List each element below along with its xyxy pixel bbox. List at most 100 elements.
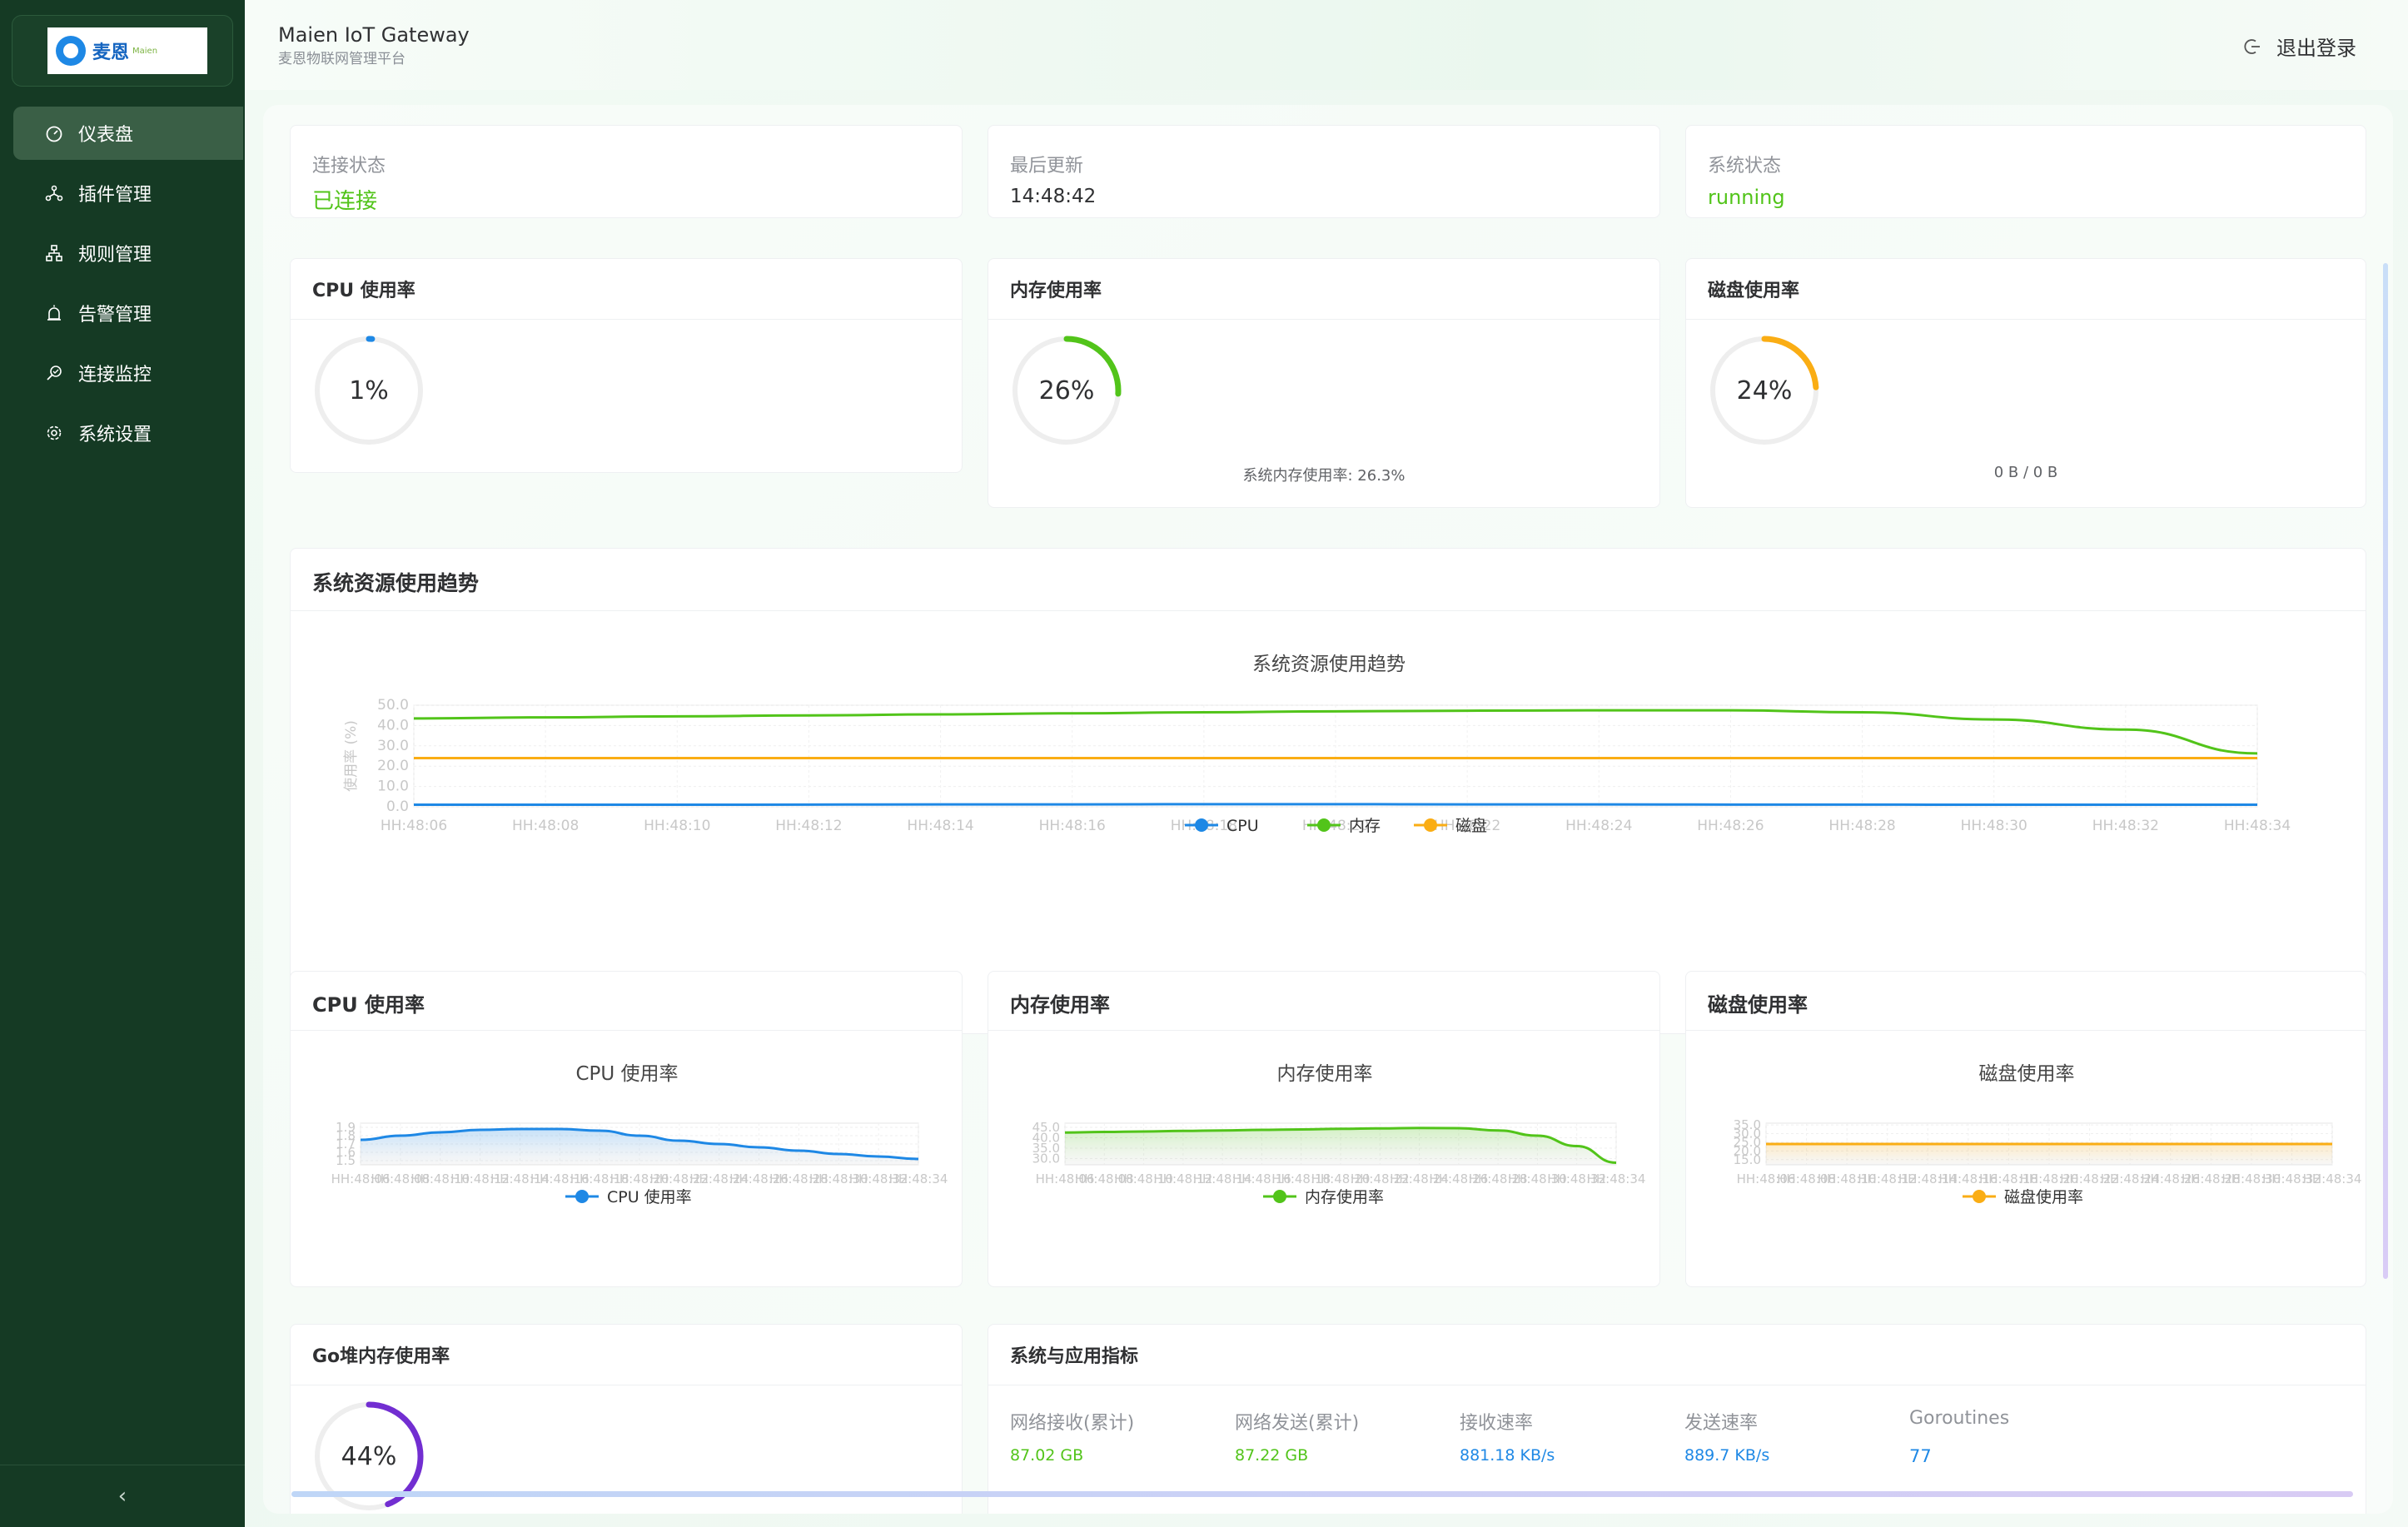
disk-area-chart: 磁盘使用率15.020.025.030.035.0HH:48:06HH:48:0… (1734, 1063, 2362, 1206)
legend-marker (575, 1190, 589, 1203)
chart-title: 磁盘使用率 (1979, 1063, 2075, 1085)
disk-usage-note: 0 B / 0 B (1993, 464, 2058, 481)
system-metrics-card: 系统与应用指标 网络接收(累计) 87.02 GB 网络发送(累计) 87.22… (988, 1324, 2366, 1514)
x-tick-label: HH:48:34 (1587, 1171, 1646, 1186)
sidebar-item-rules[interactable]: 规则管理 (13, 226, 243, 280)
y-axis-label: 使用率 (%) (342, 720, 360, 792)
legend-marker (1317, 818, 1331, 832)
x-tick-label: HH:48:12 (775, 818, 842, 834)
logo-text: 麦恩 (92, 42, 130, 63)
metric-label: 网络发送(累计) (1235, 1413, 1360, 1434)
card-divider (291, 610, 2366, 611)
app-title: Maien IoT Gateway (278, 23, 470, 47)
metric-value: 87.02 GB (1010, 1446, 1084, 1465)
connection-status-label: 连接状态 (312, 156, 386, 177)
x-tick-label: HH:48:14 (907, 818, 973, 834)
logout-label: 退出登录 (2276, 37, 2356, 60)
metric-value: 889.7 KB/s (1684, 1446, 1770, 1465)
sidebar-item-dashboard[interactable]: 仪表盘 (13, 107, 243, 160)
main-content: 连接状态 已连接 最后更新 14:48:42 系统状态 running CPU … (263, 105, 2393, 1514)
chart-title: 内存使用率 (1277, 1063, 1373, 1085)
sidebar-item-alarms[interactable]: 告警管理 (13, 286, 243, 340)
metric-value: 881.18 KB/s (1460, 1446, 1555, 1465)
sidebar-item-label: 连接监控 (78, 365, 152, 385)
card-title: 内存使用率 (1010, 281, 1102, 301)
metric-value: 87.22 GB (1235, 1446, 1309, 1465)
legend-marker (1273, 1190, 1286, 1203)
y-tick-label: 30.0 (377, 738, 409, 754)
chevron-left-icon: ‹ (117, 1484, 127, 1509)
x-tick-label: HH:48:26 (1697, 818, 1764, 834)
app-subtitle: 麦恩物联网管理平台 (278, 51, 405, 67)
gear-icon (45, 424, 63, 442)
connection-status-value: 已连接 (312, 189, 378, 214)
cpu-area-chart: CPU 使用率1.51.61.71.81.9HH:48:06HH:48:08HH… (331, 1063, 948, 1206)
memory-chart-card: 内存使用率 内存使用率 30.0 35.0 40.0 45.0 HH:48:06 HH:48… (988, 971, 1660, 1287)
chart-title: 系统资源使用趋势 (1252, 654, 1405, 675)
y-tick-label: 50.0 (377, 697, 409, 714)
legend-marker (1424, 818, 1437, 832)
memory-gauge-card: 内存使用率 26% 系统内存使用率: 26.3% (988, 258, 1660, 508)
system-status-label: 系统状态 (1708, 156, 1782, 177)
disk-gauge-value: 24% (1736, 376, 1793, 405)
logo-box[interactable]: 麦恩 Maien (12, 15, 233, 87)
legend-marker (1195, 818, 1208, 832)
y-tick-label: 0.0 (386, 798, 409, 815)
chart-title: CPU 使用率 (575, 1063, 678, 1085)
series-area (1766, 1144, 2332, 1165)
sidebar-collapse-button[interactable]: ‹ (0, 1465, 245, 1527)
metric-value: 77 (1909, 1446, 1932, 1466)
sidebar-item-label: 系统设置 (78, 425, 152, 445)
trend-chart-card: 系统资源使用趋势 系统资源使用趋势 0.0 10.0 20.0 30.0 40.0 50.0… (290, 548, 2366, 1034)
x-tick-label: HH:48:34 (2303, 1171, 2362, 1186)
series-line (414, 803, 2257, 807)
metric-label: 网络接收(累计) (1010, 1413, 1135, 1434)
last-update-value: 14:48:42 (1010, 186, 1097, 207)
disk-gauge-card: 磁盘使用率 24% 0 B / 0 B (1685, 258, 2366, 508)
x-tick-label: HH:48:06 (381, 818, 447, 834)
memory-gauge: 26% (1008, 332, 1125, 449)
logout-button[interactable]: 退出登录 (2243, 32, 2356, 61)
logo-subtext: Maien (132, 46, 158, 56)
card-title: CPU 使用率 (312, 993, 425, 1017)
card-divider (291, 1030, 962, 1031)
card-divider (988, 319, 1659, 320)
rules-icon (45, 244, 63, 262)
cpu-chart-card: CPU 使用率 CPU 使用率 1.5 1.6 1.7 1.8 1.9 HH:48:06 HH… (290, 971, 963, 1287)
memory-gauge-value: 26% (1038, 376, 1095, 405)
disk-gauge: 24% (1706, 332, 1823, 449)
system-status-value: running (1708, 186, 1785, 209)
cpu-gauge-value: 1% (349, 376, 389, 405)
y-tick-label: 10.0 (377, 778, 409, 795)
sidebar-item-plugins[interactable]: 插件管理 (13, 167, 243, 220)
alarm-icon (45, 304, 63, 322)
monitor-icon (45, 364, 63, 382)
y-tick-label: 20.0 (377, 758, 409, 774)
y-tick-label: 45.0 (1032, 1120, 1060, 1135)
memory-area-chart: 内存使用率30.035.040.045.0HH:48:06HH:48:08HH:… (1032, 1063, 1646, 1206)
legend-label: 磁盘使用率 (2004, 1188, 2083, 1206)
sidebar-item-settings[interactable]: 系统设置 (13, 406, 243, 460)
sidebar-menu: 仪表盘 插件管理 规则管理 告警管理 连接监控 系统设置 (0, 107, 245, 466)
logo-mark-icon (56, 36, 86, 66)
card-divider (988, 1030, 1659, 1031)
legend-label: 内存 (1349, 817, 1381, 835)
card-divider (291, 319, 962, 320)
dashboard-icon (45, 124, 63, 142)
vertical-scrollbar[interactable] (2383, 263, 2388, 1279)
horizontal-scrollbar[interactable] (291, 1491, 2353, 1497)
metric-label: 发送速率 (1684, 1413, 1759, 1434)
card-title: 内存使用率 (1010, 993, 1110, 1017)
memory-usage-note: 系统内存使用率: 26.3% (1242, 467, 1405, 485)
card-title: CPU 使用率 (312, 281, 415, 301)
card-title: 磁盘使用率 (1708, 281, 1800, 301)
sidebar-item-connection-monitor[interactable]: 连接监控 (13, 346, 243, 400)
y-tick-label: 1.9 (336, 1120, 356, 1135)
x-tick-label: HH:48:34 (889, 1171, 948, 1186)
sidebar: 麦恩 Maien 仪表盘 插件管理 规则管理 告警管理 连接监控 系统设置 ‹ (0, 0, 245, 1527)
x-tick-label: HH:48:24 (1565, 818, 1632, 834)
system-status-card: 系统状态 running (1685, 125, 2366, 218)
legend-label: CPU 使用率 (607, 1188, 692, 1206)
legend-label: 磁盘 (1455, 817, 1487, 835)
sidebar-item-label: 规则管理 (78, 245, 152, 266)
